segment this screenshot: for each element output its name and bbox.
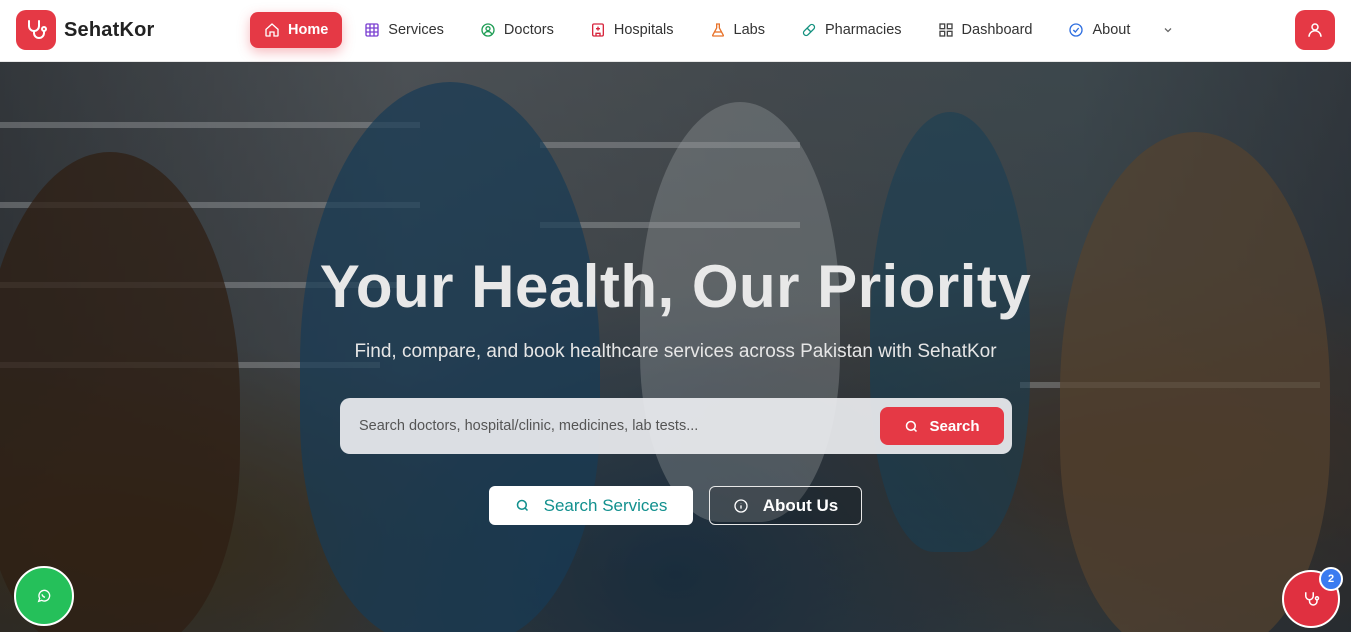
nav-label: Home: [288, 22, 329, 38]
search-icon: [516, 499, 528, 512]
info-check-icon: [1069, 23, 1084, 37]
about-us-label: About Us: [762, 495, 839, 515]
brand-name: SehatKor: [64, 18, 155, 41]
stethoscope-icon: [16, 10, 56, 50]
hospital-icon: [591, 23, 604, 37]
whatsapp-icon: [37, 589, 51, 603]
user-icon: [1308, 23, 1322, 37]
search-services-label: Search Services: [543, 495, 668, 515]
hero-subtitle: Find, compare, and book healthcare servi…: [354, 341, 997, 362]
nav-label: Dashboard: [961, 22, 1033, 38]
nav-item-pharmacies[interactable]: Pharmacies: [787, 12, 916, 48]
stethoscope-icon: [1305, 592, 1320, 606]
nav-item-labs[interactable]: Labs: [696, 12, 779, 48]
search-input[interactable]: [340, 398, 870, 454]
top-navbar: SehatKor Home Services Doctors Hospitals…: [0, 0, 1351, 62]
home-icon: [265, 23, 279, 37]
hero-title: Your Health, Our Priority: [319, 253, 1032, 320]
search-icon: [906, 420, 918, 432]
search-button-label: Search: [929, 417, 980, 435]
nav-label: Hospitals: [613, 22, 674, 38]
about-us-button[interactable]: About Us: [709, 486, 862, 525]
nav-item-about[interactable]: About: [1054, 12, 1144, 48]
nav-more-dropdown[interactable]: [1156, 12, 1180, 48]
hero-search-bar: Search: [340, 398, 1012, 454]
nav-item-hospitals[interactable]: Hospitals: [576, 12, 688, 48]
chevron-down-icon: [1164, 28, 1172, 33]
search-button[interactable]: Search: [880, 407, 1004, 445]
whatsapp-button[interactable]: [14, 566, 74, 626]
main-nav: Home Services Doctors Hospitals Labs Pha…: [250, 12, 1188, 48]
profile-button[interactable]: [1295, 10, 1335, 50]
nav-label: Pharmacies: [824, 22, 902, 38]
doctor-icon: [481, 23, 495, 37]
nav-label: Services: [388, 22, 444, 38]
grid-icon: [365, 23, 379, 37]
nav-label: Labs: [733, 22, 765, 38]
nav-item-services[interactable]: Services: [350, 12, 458, 48]
hero-section: Your Health, Our Priority Find, compare,…: [0, 62, 1351, 632]
search-services-button[interactable]: Search Services: [489, 486, 693, 525]
dashboard-icon: [938, 23, 953, 37]
brand[interactable]: SehatKor: [16, 10, 155, 50]
nav-label: About: [1092, 22, 1131, 38]
nav-label: Doctors: [503, 22, 554, 38]
info-icon: [734, 498, 748, 513]
notification-badge: 2: [1319, 567, 1343, 591]
nav-item-home[interactable]: Home: [250, 12, 343, 48]
pill-icon: [802, 23, 816, 37]
flask-icon: [711, 23, 724, 37]
nav-item-dashboard[interactable]: Dashboard: [924, 12, 1047, 48]
nav-item-doctors[interactable]: Doctors: [466, 12, 568, 48]
